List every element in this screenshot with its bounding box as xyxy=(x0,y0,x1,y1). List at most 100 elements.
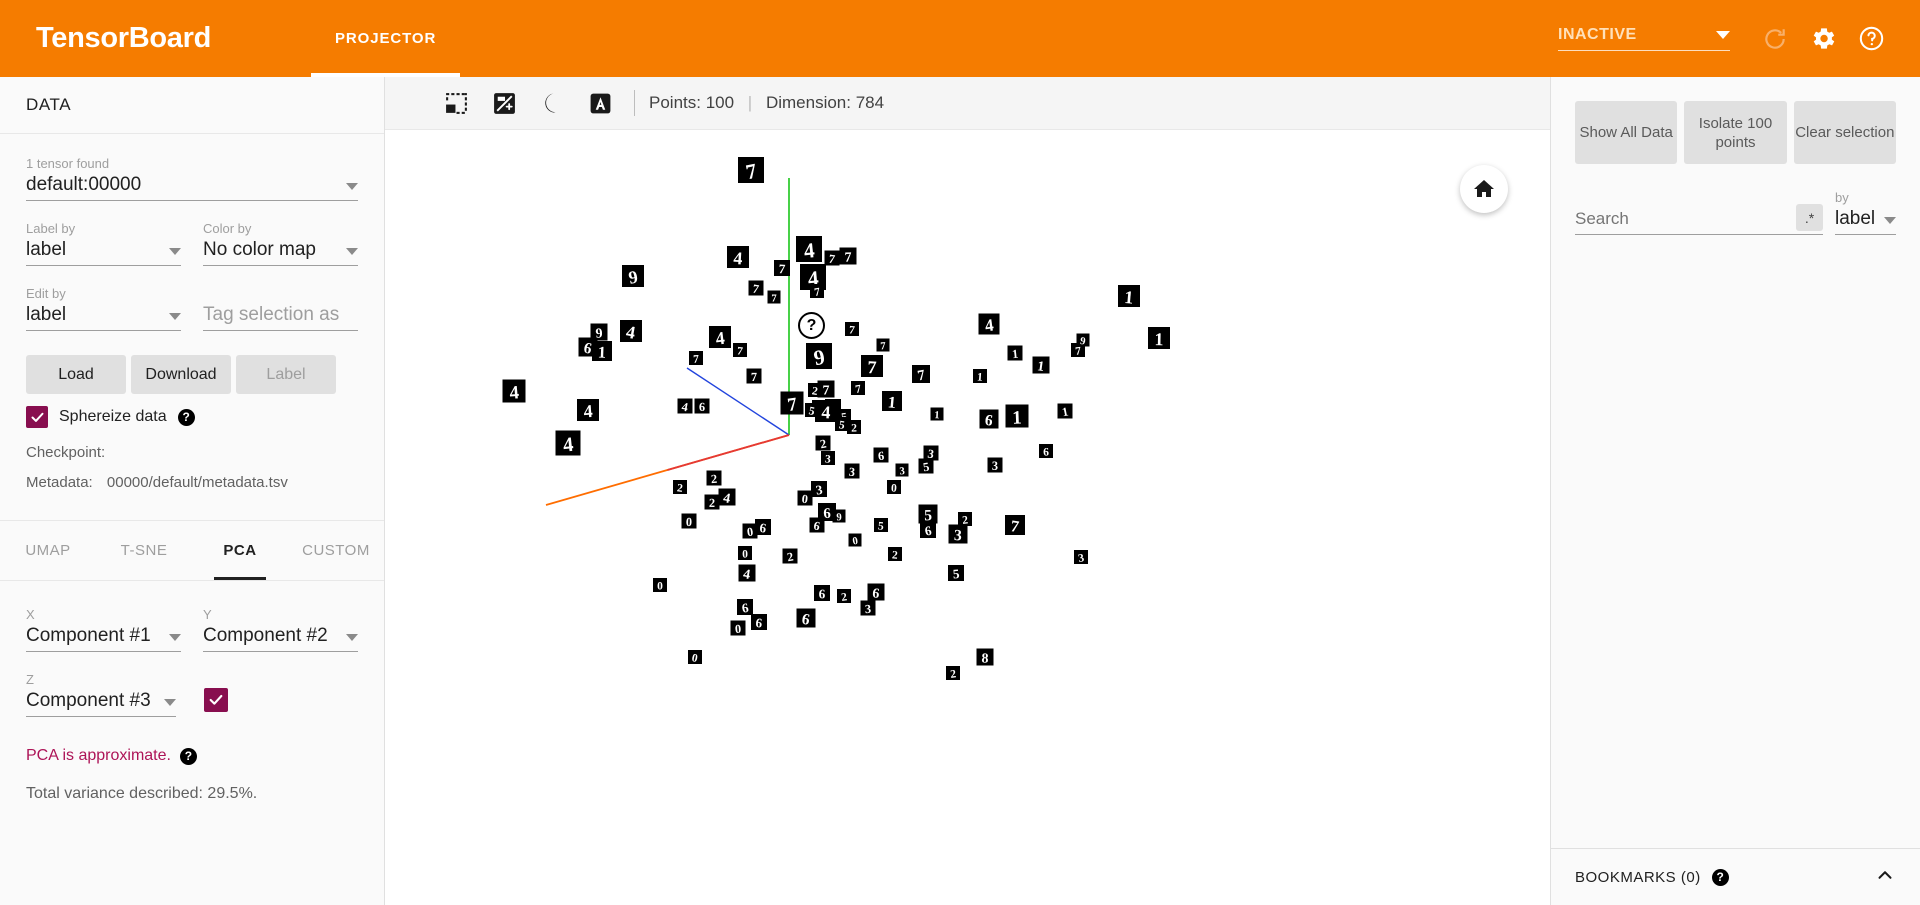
search-field[interactable]: .* xyxy=(1575,204,1823,235)
scatter-point[interactable]: 2 xyxy=(815,435,831,452)
tag-selection-field[interactable] xyxy=(203,304,358,331)
color-by-selector[interactable]: Color by No color map xyxy=(203,221,358,266)
scatter-point[interactable]: 5 xyxy=(948,565,964,582)
scatter-point[interactable]: 0 xyxy=(848,533,862,548)
scatter-point[interactable]: 2 xyxy=(782,548,798,565)
scatter-point[interactable]: 6 xyxy=(755,519,771,536)
scatter-point[interactable]: 7 xyxy=(738,157,764,184)
scatter-point[interactable]: 6 xyxy=(867,583,885,602)
help-circle-icon[interactable] xyxy=(1850,18,1892,60)
scatter-point[interactable]: 5 xyxy=(835,417,849,432)
scatter-point[interactable]: 2 xyxy=(673,480,687,495)
scatter-point[interactable]: 3 xyxy=(860,600,876,617)
scatter-point[interactable]: 2 xyxy=(706,470,722,487)
scatter-point[interactable]: 9 xyxy=(622,265,644,288)
labels-toggle-icon[interactable] xyxy=(576,83,624,123)
scatter-point[interactable]: 0 xyxy=(887,480,901,495)
scatter-point[interactable]: 6 xyxy=(796,608,816,629)
scatter-point[interactable]: 6 xyxy=(809,517,825,534)
scatter-point[interactable]: 5 xyxy=(874,518,888,533)
pca-y-selector[interactable]: Y Component #2 xyxy=(203,607,358,652)
search-by-selector[interactable]: by label xyxy=(1835,190,1896,235)
scatter-point[interactable]: 4 xyxy=(555,430,581,457)
scatter-point[interactable]: 7 xyxy=(689,351,703,366)
select-rectangle-icon[interactable] xyxy=(432,83,480,123)
scatter-point[interactable]: 4 xyxy=(727,246,749,268)
scatter-point[interactable]: 7 xyxy=(780,391,804,417)
scatter-point[interactable]: 7 xyxy=(861,355,883,377)
scatter-point[interactable]: 6 xyxy=(1039,444,1053,459)
scatter-point[interactable]: 2 xyxy=(888,547,902,562)
scatter-point[interactable]: 4 xyxy=(815,400,837,422)
scatter-point[interactable]: 0 xyxy=(730,620,746,637)
regex-toggle-button[interactable]: .* xyxy=(1796,204,1823,231)
tensor-selector[interactable]: 1 tensor found default:00000 xyxy=(26,156,358,201)
scatter-point[interactable]: 4 xyxy=(620,320,642,343)
scatter-point[interactable]: 4 xyxy=(502,379,526,404)
scatter-point[interactable]: 7 xyxy=(767,290,781,305)
scatter-canvas-area[interactable]: ? 74477974777194147761477971177142771446… xyxy=(385,130,1550,905)
edit-by-selector[interactable]: Edit by label xyxy=(26,286,181,331)
scatter-point[interactable]: 0 xyxy=(653,578,667,593)
download-button[interactable]: Download xyxy=(131,355,231,394)
tab-umap[interactable]: UMAP xyxy=(0,521,96,580)
scatter-point[interactable]: 6 xyxy=(737,599,753,616)
scatter-point[interactable]: 3 xyxy=(895,463,909,478)
chevron-up-icon[interactable] xyxy=(1874,864,1896,891)
help-icon[interactable]: ? xyxy=(1711,868,1729,886)
scatter-point[interactable]: 7 xyxy=(845,322,859,337)
scatter-point[interactable]: 7 xyxy=(824,250,840,267)
scatter-point[interactable]: 0 xyxy=(681,513,697,530)
scatter-point[interactable]: 6 xyxy=(751,614,767,631)
scatter-point[interactable]: 2 xyxy=(837,589,851,604)
help-icon[interactable]: ? xyxy=(179,747,197,765)
tag-selection-input[interactable] xyxy=(203,304,358,326)
scatter-point[interactable]: 1 xyxy=(1005,404,1029,429)
scatter-plot[interactable]: 7447797477719414776147797117714277144672… xyxy=(385,130,1550,905)
scatter-point[interactable]: 4 xyxy=(796,236,822,263)
help-icon[interactable]: ? xyxy=(177,408,195,426)
scatter-point[interactable]: 1 xyxy=(1057,403,1073,420)
scatter-point[interactable]: 1 xyxy=(930,407,944,422)
show-all-data-button[interactable]: Show All Data xyxy=(1575,101,1678,164)
scatter-point[interactable]: 1 xyxy=(882,391,902,412)
tab-tsne[interactable]: T-SNE xyxy=(96,521,192,580)
scatter-point[interactable]: 6 xyxy=(873,447,889,464)
scatter-point[interactable]: 7 xyxy=(817,380,835,399)
scatter-point[interactable]: 1 xyxy=(592,341,612,362)
scatter-point[interactable]: 3 xyxy=(1074,550,1088,565)
scatter-point[interactable]: 3 xyxy=(948,524,968,545)
scatter-point[interactable]: 2 xyxy=(958,512,972,527)
scatter-point[interactable]: 6 xyxy=(814,585,830,601)
scatter-point[interactable]: 1 xyxy=(1007,345,1023,362)
scatter-point[interactable]: 0 xyxy=(797,490,813,507)
scatter-point[interactable]: 4 xyxy=(577,399,599,422)
scatter-point[interactable]: 7 xyxy=(839,247,857,266)
gear-icon[interactable] xyxy=(1802,18,1844,60)
scatter-point[interactable]: 1 xyxy=(1148,327,1170,349)
scatter-point[interactable]: 4 xyxy=(738,564,756,584)
isolate-points-button[interactable]: Isolate 100 points xyxy=(1684,101,1787,164)
scatter-point[interactable]: 2 xyxy=(946,666,960,681)
sphereize-checkbox[interactable] xyxy=(26,406,48,428)
bookmarks-panel[interactable]: BOOKMARKS (0) ? xyxy=(1551,848,1920,905)
scatter-point[interactable]: 3 xyxy=(811,481,827,498)
scatter-point[interactable]: 4 xyxy=(978,313,1000,336)
scatter-point[interactable]: 7 xyxy=(912,365,930,384)
scatter-point[interactable]: 6 xyxy=(920,522,936,539)
scatter-point[interactable]: 3 xyxy=(844,463,860,480)
scatter-point[interactable]: 0 xyxy=(688,650,702,665)
pca-z-selector[interactable]: Z Component #3 xyxy=(26,672,176,717)
scatter-point[interactable]: 6 xyxy=(694,398,710,415)
tab-projector[interactable]: PROJECTOR xyxy=(311,0,461,77)
scatter-point[interactable]: 4 xyxy=(677,398,693,415)
night-mode-icon[interactable] xyxy=(528,83,576,123)
scatter-point[interactable]: 7 xyxy=(876,338,890,353)
pca-z-checkbox[interactable] xyxy=(204,687,228,712)
scatter-point[interactable]: 0 xyxy=(738,546,752,561)
scatter-point[interactable]: 8 xyxy=(976,648,994,667)
tab-pca[interactable]: PCA xyxy=(192,521,288,580)
scatter-point[interactable]: 2 xyxy=(704,494,720,511)
scatter-point[interactable]: 9 xyxy=(806,343,832,370)
scatter-point[interactable]: 1 xyxy=(1118,285,1140,308)
